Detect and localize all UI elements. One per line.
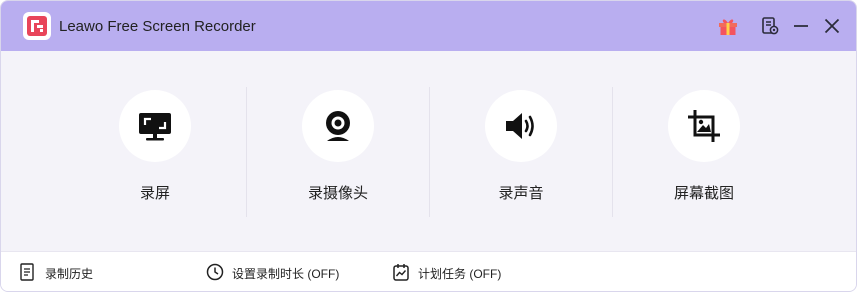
record-screen-circle <box>119 90 191 162</box>
schedule-chart-icon <box>393 264 409 281</box>
webcam-icon <box>326 111 350 141</box>
clock-icon <box>206 263 224 281</box>
tool-panel: 录屏 录摄像头 录声音 屏幕截图 <box>1 51 856 251</box>
scheduled-task-label: 计划任务 (OFF) <box>418 267 502 281</box>
record-screen-button[interactable]: 录屏 <box>64 51 246 251</box>
document-settings-icon[interactable] <box>758 14 782 38</box>
screenshot-label: 屏幕截图 <box>673 185 734 202</box>
record-audio-circle <box>485 90 557 162</box>
speaker-icon <box>506 113 534 139</box>
title-bar: Leawo Free Screen Recorder <box>1 1 856 51</box>
record-screen-label: 录屏 <box>139 185 170 202</box>
screenshot-circle <box>668 90 740 162</box>
set-duration-label: 设置录制时长 (OFF) <box>232 267 340 281</box>
record-audio-label: 录声音 <box>498 185 544 202</box>
gift-icon[interactable] <box>716 14 740 38</box>
record-webcam-button[interactable]: 录摄像头 <box>247 51 429 251</box>
footer-bar: 录制历史 设置录制时长 (OFF) 计划任务 (OFF) <box>1 251 856 291</box>
app-title: Leawo Free Screen Recorder <box>59 18 256 35</box>
record-webcam-label: 录摄像头 <box>307 185 368 202</box>
monitor-screen-record-icon <box>139 113 171 141</box>
minimize-icon[interactable] <box>789 14 813 38</box>
recording-history-label: 录制历史 <box>45 267 94 281</box>
record-webcam-circle <box>302 90 374 162</box>
app-window: Leawo Free Screen Recorder 录屏 录摄像头 录声音 屏… <box>0 0 857 292</box>
close-icon[interactable] <box>820 14 844 38</box>
screenshot-button[interactable]: 屏幕截图 <box>613 51 795 251</box>
app-logo-icon <box>23 12 51 40</box>
history-list-icon <box>20 263 34 281</box>
record-audio-button[interactable]: 录声音 <box>430 51 612 251</box>
screenshot-crop-icon <box>688 110 720 142</box>
